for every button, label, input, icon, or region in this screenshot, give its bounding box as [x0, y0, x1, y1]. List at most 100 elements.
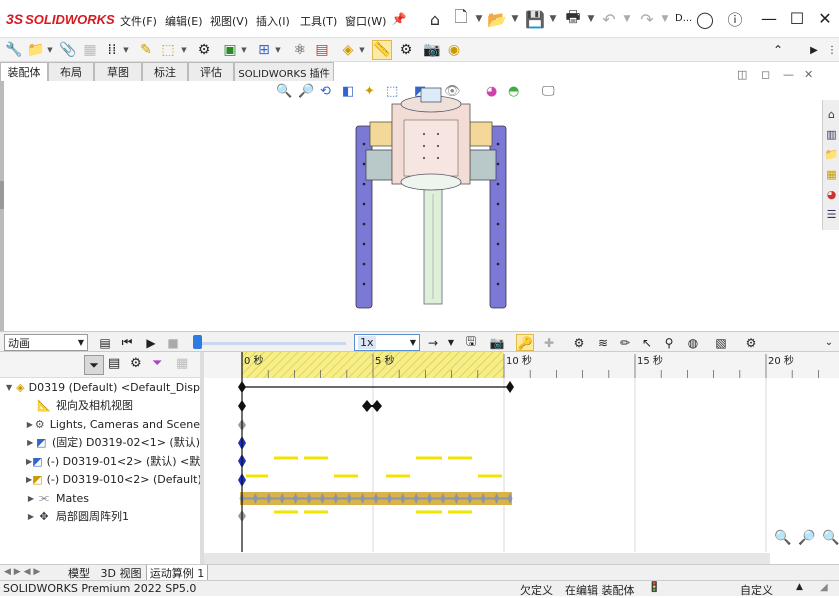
timeline-horizontal-scrollbar[interactable]: [204, 553, 770, 564]
menu-insert[interactable]: 插入(I): [256, 13, 290, 29]
collapse-motion-manager-icon[interactable]: ⌄: [820, 334, 838, 351]
help-icon[interactable]: ⓘ: [724, 8, 746, 30]
save-animation-icon[interactable]: 🖫: [462, 334, 480, 351]
feature-manager-collapse-handle[interactable]: [0, 181, 4, 209]
expand-toggle[interactable]: ▼: [6, 383, 12, 392]
previous-view-icon[interactable]: ⟲: [320, 84, 331, 99]
chevron-down-icon[interactable]: ▼: [622, 8, 632, 30]
calculate-icon[interactable]: ▤: [96, 334, 114, 351]
chevron-up-icon[interactable]: ⌃: [768, 40, 788, 60]
add-key-icon[interactable]: ✚: [540, 334, 558, 351]
chevron-down-icon[interactable]: ▼: [660, 8, 670, 30]
collapse-all-icon[interactable]: ▦: [176, 356, 188, 371]
maximize-button[interactable]: ☐: [786, 9, 808, 29]
menu-file[interactable]: 文件(F): [120, 13, 157, 29]
chevron-down-icon[interactable]: ▼: [274, 40, 282, 60]
tile-viewport-icon[interactable]: ◻: [761, 68, 770, 81]
menu-window[interactable]: 窗口(W): [345, 13, 386, 29]
restore-viewport-icon[interactable]: ◫: [737, 68, 747, 81]
view-palette-icon[interactable]: ▦: [824, 166, 839, 183]
design-library-icon[interactable]: ▥: [824, 126, 839, 143]
stop-icon[interactable]: ■: [164, 334, 182, 351]
playback-slider-thumb[interactable]: [193, 335, 202, 349]
tab-layout[interactable]: 布局: [48, 62, 94, 81]
update-speedpak-icon[interactable]: ⚙: [396, 40, 416, 60]
chevron-down-icon[interactable]: ▼: [358, 40, 366, 60]
tree-item-circular-pattern[interactable]: ▶ ✥ 局部圆周阵列1: [0, 507, 200, 525]
expand-toggle[interactable]: ▶: [26, 494, 36, 503]
reference-geometry-icon[interactable]: ⊞: [254, 40, 274, 60]
timeline-canvas[interactable]: 0 秒 5 秒 10 秒 15 秒 20 秒: [204, 352, 839, 552]
undo-icon[interactable]: ↶: [598, 8, 620, 30]
motion-timeline[interactable]: 0 秒5 秒 10 秒 15 秒 20 秒 🔍 🔎 🔍: [204, 352, 839, 564]
appearances-icon[interactable]: ◕: [824, 186, 839, 203]
new-motion-study-icon[interactable]: ⚛: [290, 40, 310, 60]
solidworks-resources-icon[interactable]: ⌂: [824, 106, 839, 123]
chevron-down-icon[interactable]: ▼: [510, 8, 520, 30]
minimize-viewport-icon[interactable]: —: [783, 68, 794, 81]
motion-study-properties-icon[interactable]: ⚙: [742, 334, 760, 351]
motor-icon[interactable]: ⚙: [570, 334, 588, 351]
exploded-view-icon[interactable]: ◈: [338, 40, 358, 60]
filter-results-icon[interactable]: ⏷: [152, 356, 162, 371]
chevron-down-icon[interactable]: ▼: [122, 40, 130, 60]
zoom-to-fit-icon[interactable]: 🔍: [276, 84, 292, 99]
play-from-start-icon[interactable]: ⏮: [118, 334, 136, 351]
view-settings-icon[interactable]: 🖵: [542, 84, 555, 99]
expand-toggle[interactable]: ▶: [26, 420, 34, 429]
rebuild-indicator-icon[interactable]: 🚦: [648, 582, 660, 593]
instant3d-icon[interactable]: 📏: [372, 40, 392, 60]
play-icon[interactable]: ▶: [142, 334, 160, 351]
redo-icon[interactable]: ↷: [636, 8, 658, 30]
filter-driving-icon[interactable]: ▤: [108, 356, 120, 371]
new-document-icon[interactable]: 🗋: [450, 7, 472, 30]
tree-item-part-010[interactable]: ▶ ◩ (-) D0319-010<2> (Default): [0, 470, 200, 488]
expand-toggle[interactable]: ▶: [26, 438, 34, 447]
tab-motion-study-1[interactable]: 运动算例 1: [146, 565, 208, 581]
bill-of-materials-icon[interactable]: ▤: [312, 40, 332, 60]
assembly-features-icon[interactable]: ▣: [220, 40, 240, 60]
tab-assembly[interactable]: 装配体: [0, 62, 48, 81]
chevron-down-icon[interactable]: ▼: [586, 8, 596, 30]
graphics-area[interactable]: 🔍 🔎 ⟲ ◧ ✦ ⬚ ◩ 👁 ◕ ◓ 🖵 ◫ ◻ — ✕: [0, 68, 822, 331]
open-folder-icon[interactable]: 📂: [486, 8, 508, 30]
tree-item-part-01[interactable]: ▶ ◩ (-) D0319-01<2> (默认) <默: [0, 452, 200, 470]
tab-markup[interactable]: 标注: [142, 62, 188, 81]
tree-item-mates[interactable]: ▶ ⫘ Mates: [0, 489, 200, 507]
smart-fastener-icon[interactable]: ▦: [80, 40, 100, 60]
insert-component-icon[interactable]: 🔧: [4, 40, 24, 60]
more-toolbar-icon[interactable]: ⋮: [822, 40, 839, 60]
menu-view[interactable]: 视图(V): [210, 13, 248, 29]
play-arrow-icon[interactable]: ▶: [804, 40, 824, 60]
chevron-down-icon[interactable]: ▼: [46, 40, 54, 60]
chevron-down-icon[interactable]: ▼: [180, 40, 188, 60]
filter-animated-icon[interactable]: ⏷: [84, 355, 104, 375]
menu-tools[interactable]: 工具(T): [300, 13, 337, 29]
show-hidden-icon[interactable]: ⚙: [194, 40, 214, 60]
save-icon[interactable]: 💾: [524, 8, 546, 30]
home-icon[interactable]: ⌂: [424, 8, 446, 30]
move-component-icon[interactable]: ⬚: [158, 40, 178, 60]
paperclip-icon[interactable]: 📎: [58, 40, 78, 60]
tab-solidworks-addins[interactable]: SOLIDWORKS 插件: [234, 62, 334, 81]
tab-evaluate[interactable]: 评估: [188, 62, 234, 81]
large-assembly-icon[interactable]: ◉: [444, 40, 464, 60]
close-viewport-icon[interactable]: ✕: [804, 68, 813, 81]
key-point[interactable]: [506, 381, 514, 393]
playback-speed-select[interactable]: 1x ▼: [354, 334, 420, 351]
playback-slider-track[interactable]: [196, 342, 346, 345]
spring-icon[interactable]: ≋: [594, 334, 612, 351]
tab-sketch[interactable]: 草图: [94, 62, 142, 81]
mate-icon[interactable]: 📁: [26, 40, 46, 60]
animation-wizard-icon[interactable]: 📷: [488, 334, 506, 351]
chevron-up-icon[interactable]: ▲: [796, 582, 803, 592]
solidworks-logo[interactable]: 3S SOLIDWORKS: [6, 11, 115, 27]
tab-model[interactable]: 模型: [62, 565, 96, 581]
assembly-model[interactable]: [344, 84, 524, 324]
tab-scroll-left-icon[interactable]: ◀ ▶ ◀ ▶: [4, 567, 40, 577]
zoom-in-icon[interactable]: 🔎: [798, 530, 815, 546]
tree-item-lights-cameras[interactable]: ▶ ⚙ Lights, Cameras and Scene: [0, 415, 200, 433]
autokey-icon[interactable]: 🔑: [516, 334, 534, 351]
chevron-down-icon[interactable]: ▼: [240, 40, 248, 60]
playback-mode-icon[interactable]: →: [424, 334, 442, 351]
